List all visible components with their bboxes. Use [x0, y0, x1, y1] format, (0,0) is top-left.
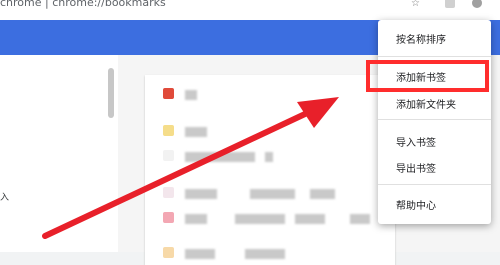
red-pointer-arrow [42, 97, 339, 239]
